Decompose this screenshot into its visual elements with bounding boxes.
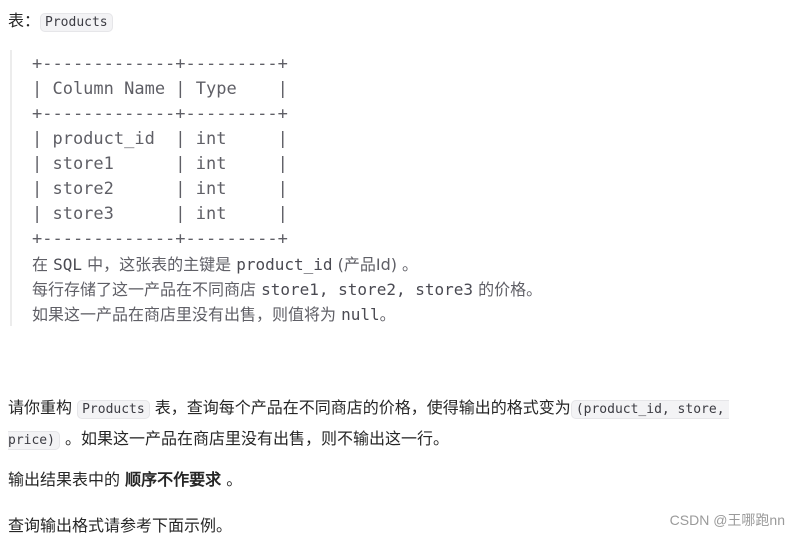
example-note: 查询输出格式请参考下面示例。 [8,516,233,535]
text: 在 [32,255,54,274]
primary-key-text: product_id [236,255,333,274]
null-note: 如果这一产品在商店里没有出售，则值将为 null。 [32,302,542,327]
schema-description: 在 SQL 中，这张表的主键是 product_id (产品Id) 。 每行存储… [32,252,542,327]
schema-row: | store3 | int | [32,204,288,224]
schema-border-top: +-------------+---------+ [32,54,288,74]
schema-table: +-------------+---------+ | Column Name … [32,52,288,252]
task-description: 请你重构 Products 表，查询每个产品在不同商店的价格，使得输出的格式变为… [8,393,799,455]
order-emphasis: 顺序不作要求 [125,470,222,489]
text: 表，查询每个产品在不同商店的价格，使得输出的格式变为 [149,398,571,417]
schema-border-mid: +-------------+---------+ [32,104,288,124]
text: 中，这张表的主键是 [82,255,237,274]
schema-row: | product_id | int | [32,129,288,149]
schema-blockquote: +-------------+---------+ | Column Name … [10,50,650,326]
schema-row: | store1 | int | [32,154,288,174]
output-format-code: (product_id, store, [570,400,729,419]
table-label-prefix: 表： [8,11,41,30]
text: 请你重构 [8,398,78,417]
sql-text: SQL [53,255,82,274]
text: 。如果这一产品在商店里没有出售，则不输出这一行。 [59,429,450,448]
text: 的价格。 [473,280,543,299]
order-note: 输出结果表中的 顺序不作要求 。 [8,465,242,494]
schema-row: | store2 | int | [32,179,288,199]
table-name-code: Products [77,400,150,419]
text: 。 [379,305,396,324]
null-text: null [341,305,380,324]
text: 每行存储了这一产品在不同商店 [32,280,262,299]
text: (产品Id) 。 [332,255,419,274]
text: 输出结果表中的 [8,470,126,489]
output-format-code-continued: price) [8,431,60,450]
stores-note: 每行存储了这一产品在不同商店 store1, store2, store3 的价… [32,277,542,302]
csdn-watermark: CSDN @王哪跑nn [669,512,785,528]
table-label: 表： Products [8,8,113,34]
primary-key-note: 在 SQL 中，这张表的主键是 product_id (产品Id) 。 [32,252,542,277]
schema-header-row: | Column Name | Type | [32,79,288,99]
table-name-code: Products [40,13,113,32]
text: 如果这一产品在商店里没有出售，则值将为 [32,305,342,324]
stores-text: store1, store2, store3 [261,280,474,299]
schema-border-bottom: +-------------+---------+ [32,229,288,249]
text: 。 [221,470,243,489]
